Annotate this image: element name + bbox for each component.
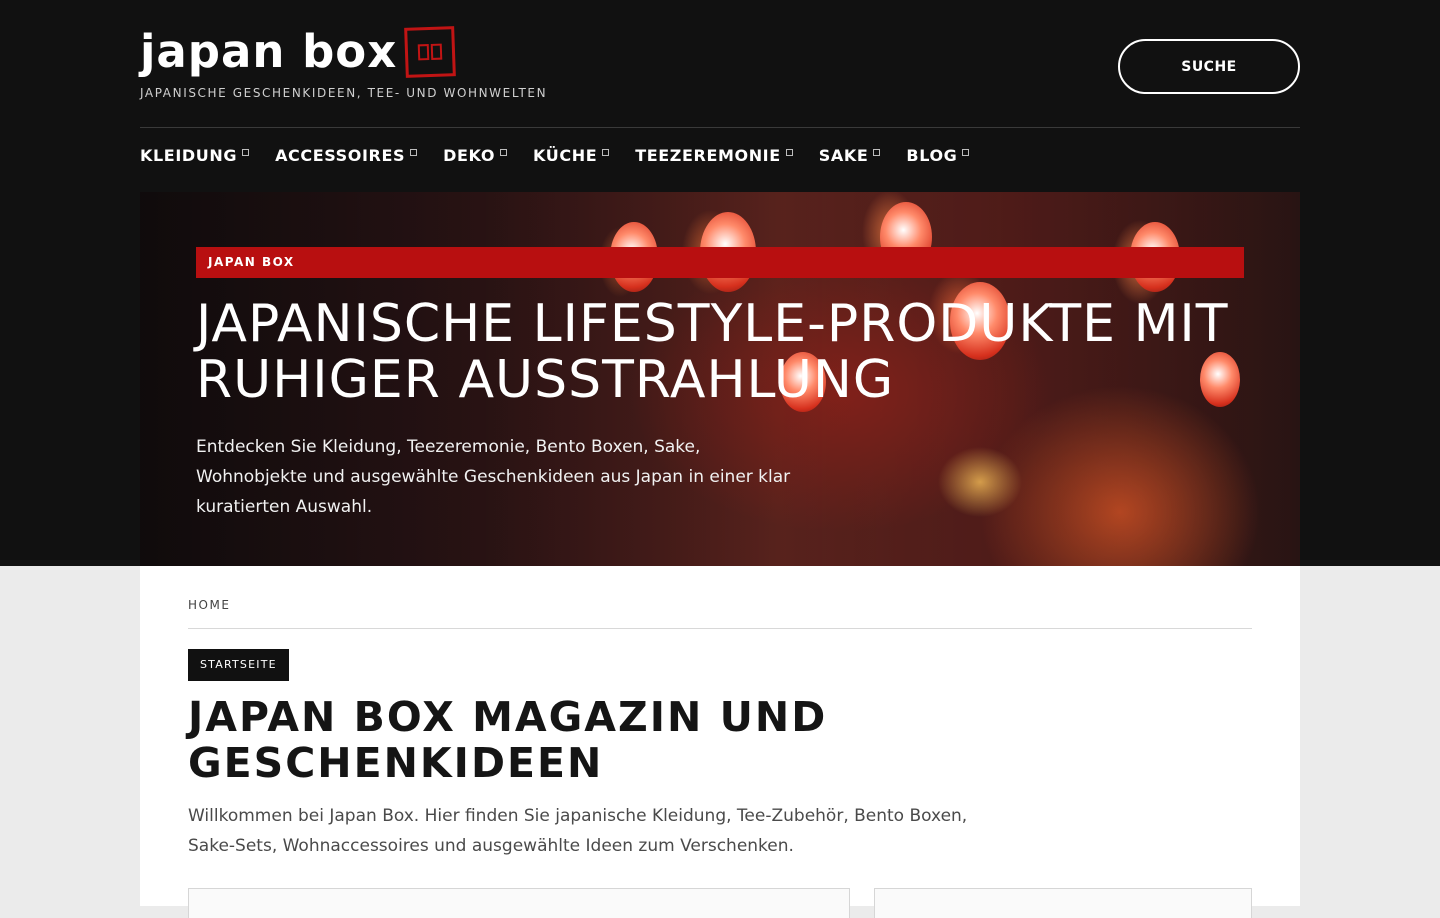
submenu-icon [242,149,250,156]
site-tagline: JAPANISCHE GESCHENKIDEEN, TEE- UND WOHNW… [140,86,548,100]
submenu-icon [410,149,418,156]
submenu-icon [873,149,881,156]
page-intro: Willkommen bei Japan Box. Hier finden Si… [188,806,968,856]
submenu-icon [785,149,793,156]
nav-item-teezeremonie[interactable]: TEEZEREMONIE [635,146,793,165]
search-button[interactable]: SUCHE [1118,39,1300,94]
nav-item-label: KLEIDUNG [140,146,238,165]
nav-item-kleidung[interactable]: KLEIDUNG [140,146,250,165]
content-panel-left [188,888,850,918]
nav-item-kueche[interactable]: KÜCHE [533,146,610,165]
submenu-icon [602,149,610,156]
content-card: HOME STARTSEITE JAPAN BOX MAGAZIN UND GE… [140,566,1300,918]
hero-tag[interactable]: JAPAN BOX [196,247,1244,278]
main-nav: KLEIDUNG ACCESSOIRES DEKO KÜCHE TEEZEREM… [140,146,995,165]
logo-text: japan box [140,25,398,78]
breadcrumb[interactable]: HOME [188,598,230,612]
submenu-icon [500,149,508,156]
header-divider [140,127,1300,128]
nav-item-label: KÜCHE [533,146,598,165]
hero-description: Entdecken Sie Kleidung, Teezeremonie, Be… [196,437,791,517]
nav-item-sake[interactable]: SAKE [819,146,881,165]
page-badge: STARTSEITE [188,649,289,681]
nav-item-label: ACCESSOIRES [275,146,406,165]
hanko-stamp-icon [404,26,457,78]
nav-item-label: BLOG [906,146,958,165]
nav-item-label: TEEZEREMONIE [635,146,781,165]
nav-item-deko[interactable]: DEKO [443,146,508,165]
site-logo[interactable]: japan box [140,24,457,80]
submenu-icon [962,149,970,156]
nav-item-blog[interactable]: BLOG [906,146,970,165]
nav-item-label: SAKE [818,146,869,165]
nav-item-accessoires[interactable]: ACCESSOIRES [275,146,418,165]
hero-content: JAPAN BOX JAPANISCHE LIFESTYLE-PRODUKTE … [196,247,1244,522]
site-header: japan box JAPANISCHE GESCHENKIDEEN, TEE-… [0,0,1440,566]
content-panel-right [874,888,1252,918]
nav-item-label: DEKO [443,146,496,165]
hero-title: JAPANISCHE LIFESTYLE-PRODUKTE MIT RUHIGE… [196,294,1229,410]
breadcrumb-divider [188,628,1252,629]
page-title: JAPAN BOX MAGAZIN UND GESCHENKIDEEN [188,693,828,787]
hero-banner: JAPAN BOX JAPANISCHE LIFESTYLE-PRODUKTE … [140,192,1300,566]
